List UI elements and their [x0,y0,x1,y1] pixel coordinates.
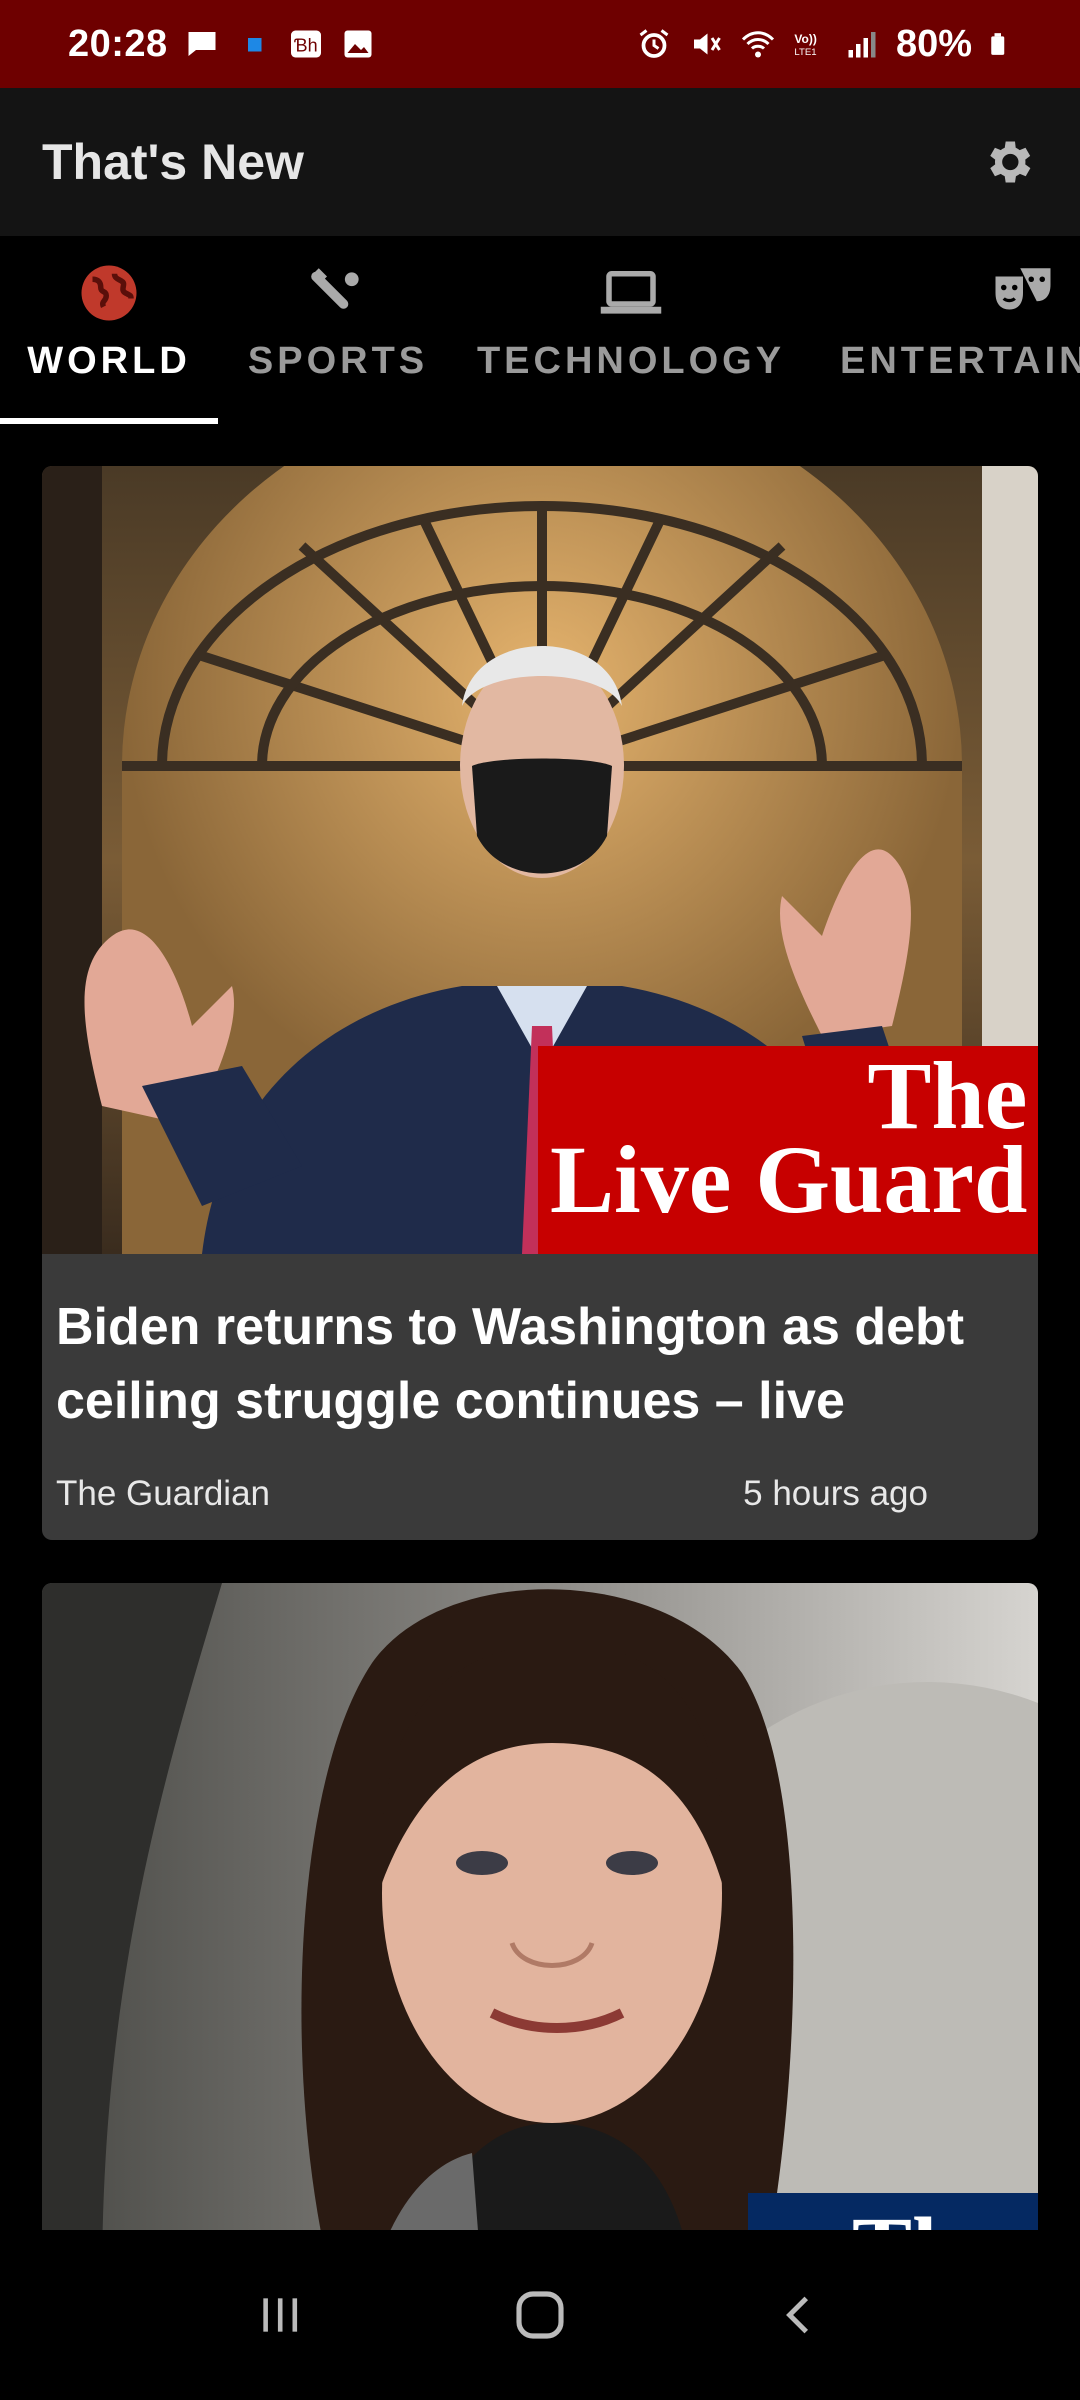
tab-label-technology: TECHNOLOGY [476,340,786,382]
source-logo-badge: The Live Guard [538,1046,1038,1254]
home-button[interactable] [500,2275,580,2355]
mute-icon [693,33,721,55]
article-title: Biden returns to Washington as debt ceil… [56,1298,965,1430]
system-nav-bar [0,2230,1080,2400]
signal-icon [848,32,876,58]
status-right: Vo)) LTE1 80% [636,23,1014,66]
recent-apps-button[interactable] [240,2275,320,2355]
tab-label-entertainment: ENTERTAIN [840,340,1080,382]
battery-percent: 80% [895,22,972,65]
svg-text:Vo)): Vo)) [794,32,816,46]
back-button[interactable] [760,2275,840,2355]
recent-apps-icon [263,2298,298,2332]
tab-label-sports: SPORTS [247,340,429,382]
status-left: 20:28 Ɓh [68,23,376,66]
gear-icon [990,141,1031,183]
article-source: The Guardian [56,1474,271,1513]
article-card[interactable]: The Live Guard Biden returns to Washingt… [42,466,1038,1540]
alarm-icon [639,29,669,58]
tab-sports[interactable]: SPORTS [238,236,438,426]
sports-icon [311,268,359,309]
wifi-icon [741,31,774,58]
badge-line1: The [852,2205,1002,2231]
tab-world[interactable]: WORLD [0,236,218,426]
settings-button[interactable] [976,130,1040,194]
tab-label-world: WORLD [27,340,191,382]
app-bar: That's New [0,88,1080,236]
article-photo [42,1583,1038,2230]
chat-icon [188,32,216,56]
article-card[interactable]: The [42,1583,1038,2230]
badge-line2: Live Guard [550,1126,1028,1233]
globe-icon [81,265,137,321]
article-image: The Live Guard [42,466,1038,1254]
news-feed[interactable]: The Live Guard Biden returns to Washingt… [0,426,1080,2230]
article-time: 5 hours ago [743,1474,928,1513]
tab-active-indicator [0,418,218,424]
gallery-icon [344,30,372,58]
volte-icon: Vo))LTE1 [794,32,816,58]
home-icon [516,2291,564,2339]
tab-entertainment[interactable]: ENTERTAIN [840,236,1080,426]
app-title: That's New [42,134,304,190]
tab-technology[interactable]: TECHNOLOGY [476,236,786,426]
status-bar: 20:28 Ɓh Vo)) LTE1 80% [0,0,1080,88]
app-badge-icon: Ɓh [290,30,321,58]
category-tabs: WORLD SPORTS TECHNOLOGY ENTERTAIN [0,236,1080,426]
notification-dot-icon [247,38,262,52]
laptop-icon [600,271,662,314]
theater-masks-icon [995,268,1051,310]
svg-text:LTE1: LTE1 [794,47,816,58]
battery-icon [991,33,1005,55]
article-meta: The Guardian 5 hours ago [42,1438,1038,1514]
svg-text:Ɓh: Ɓh [294,36,318,56]
source-logo-badge: The [748,2193,1038,2230]
status-time: 20:28 [68,22,168,65]
article-image: The [42,1583,1038,2230]
back-icon [786,2296,809,2334]
